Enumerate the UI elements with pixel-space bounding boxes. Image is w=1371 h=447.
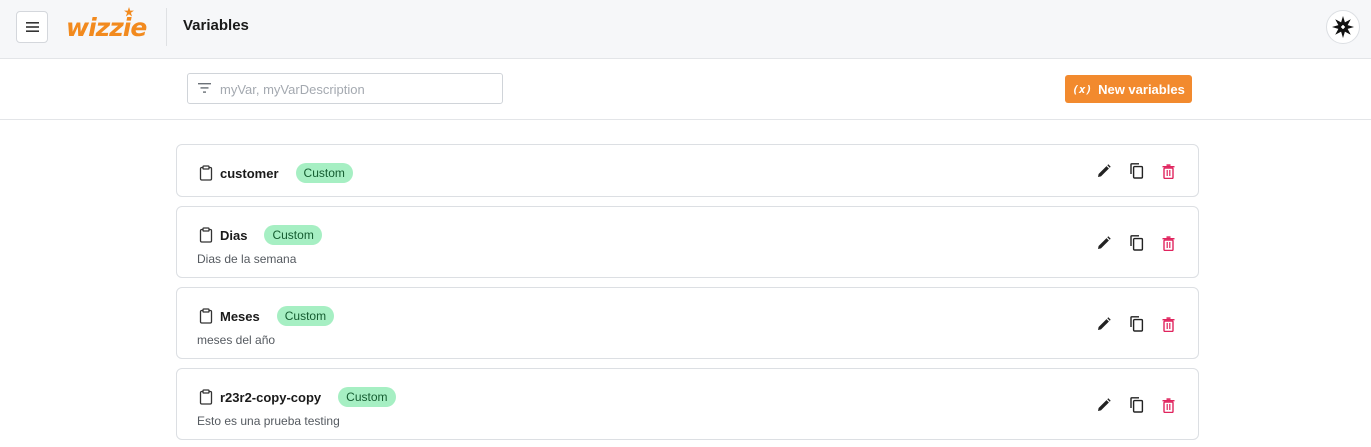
clipboard-icon (199, 227, 213, 243)
type-badge: Custom (295, 163, 353, 183)
search-input[interactable] (220, 79, 490, 99)
variable-card: Dias Custom Dias de la semana (176, 206, 1199, 278)
copy-button[interactable] (1127, 162, 1145, 180)
variable-card: Meses Custom meses del año (176, 287, 1199, 359)
clipboard-icon (199, 308, 213, 324)
type-badge: Custom (264, 225, 322, 245)
copy-button[interactable] (1127, 315, 1145, 333)
delete-button[interactable] (1159, 162, 1177, 180)
new-variables-label: New variables (1098, 81, 1185, 97)
type-badge: Custom (338, 387, 396, 407)
filter-icon (198, 83, 211, 93)
app-header: wizzie Variables (0, 0, 1371, 59)
pencil-icon (1098, 164, 1111, 177)
edit-button[interactable] (1095, 234, 1113, 252)
clipboard-icon (199, 389, 213, 405)
avatar[interactable] (1326, 10, 1360, 44)
trash-icon (1162, 163, 1174, 179)
wizzie-logo[interactable]: wizzie (66, 7, 147, 45)
new-variables-button[interactable]: (x) New variables (1065, 75, 1192, 103)
pencil-icon (1098, 236, 1111, 249)
copy-icon (1129, 397, 1143, 413)
delete-button[interactable] (1159, 396, 1177, 414)
variable-name: Meses (220, 308, 260, 324)
clipboard-icon (199, 165, 213, 181)
page-title: Variables (183, 17, 249, 34)
logo-text: wizzie (66, 12, 147, 42)
copy-button[interactable] (1127, 234, 1145, 252)
edit-button[interactable] (1095, 162, 1113, 180)
copy-icon (1129, 235, 1143, 251)
trash-icon (1162, 397, 1174, 413)
variable-description: Dias de la semana (197, 252, 297, 266)
trash-icon (1162, 316, 1174, 332)
delete-button[interactable] (1159, 315, 1177, 333)
copy-icon (1129, 316, 1143, 332)
edit-button[interactable] (1095, 315, 1113, 333)
copy-button[interactable] (1127, 396, 1145, 414)
delete-button[interactable] (1159, 234, 1177, 252)
variable-name: customer (220, 165, 279, 181)
copy-icon (1129, 163, 1143, 179)
variable-name: r23r2-copy-copy (220, 389, 322, 405)
variable-card: r23r2-copy-copy Custom Esto es una prueb… (176, 368, 1199, 440)
hamburger-icon (25, 22, 39, 32)
search-box[interactable] (187, 73, 503, 104)
trash-icon (1162, 235, 1174, 251)
menu-button[interactable] (16, 11, 48, 43)
variable-description: Esto es una prueba testing (197, 414, 340, 428)
type-badge: Custom (276, 306, 335, 326)
variable-card: customer Custom (176, 144, 1199, 197)
pencil-icon (1098, 398, 1111, 411)
header-divider (166, 8, 167, 46)
asterisk-logo-icon (1332, 16, 1354, 38)
star-icon (124, 7, 134, 17)
pencil-icon (1098, 317, 1111, 330)
variable-description: meses del año (197, 333, 276, 347)
variable-name: Dias (220, 227, 248, 243)
toolbar: (x) New variables (0, 59, 1371, 120)
variable-icon: (x) (1072, 82, 1093, 96)
edit-button[interactable] (1095, 396, 1113, 414)
